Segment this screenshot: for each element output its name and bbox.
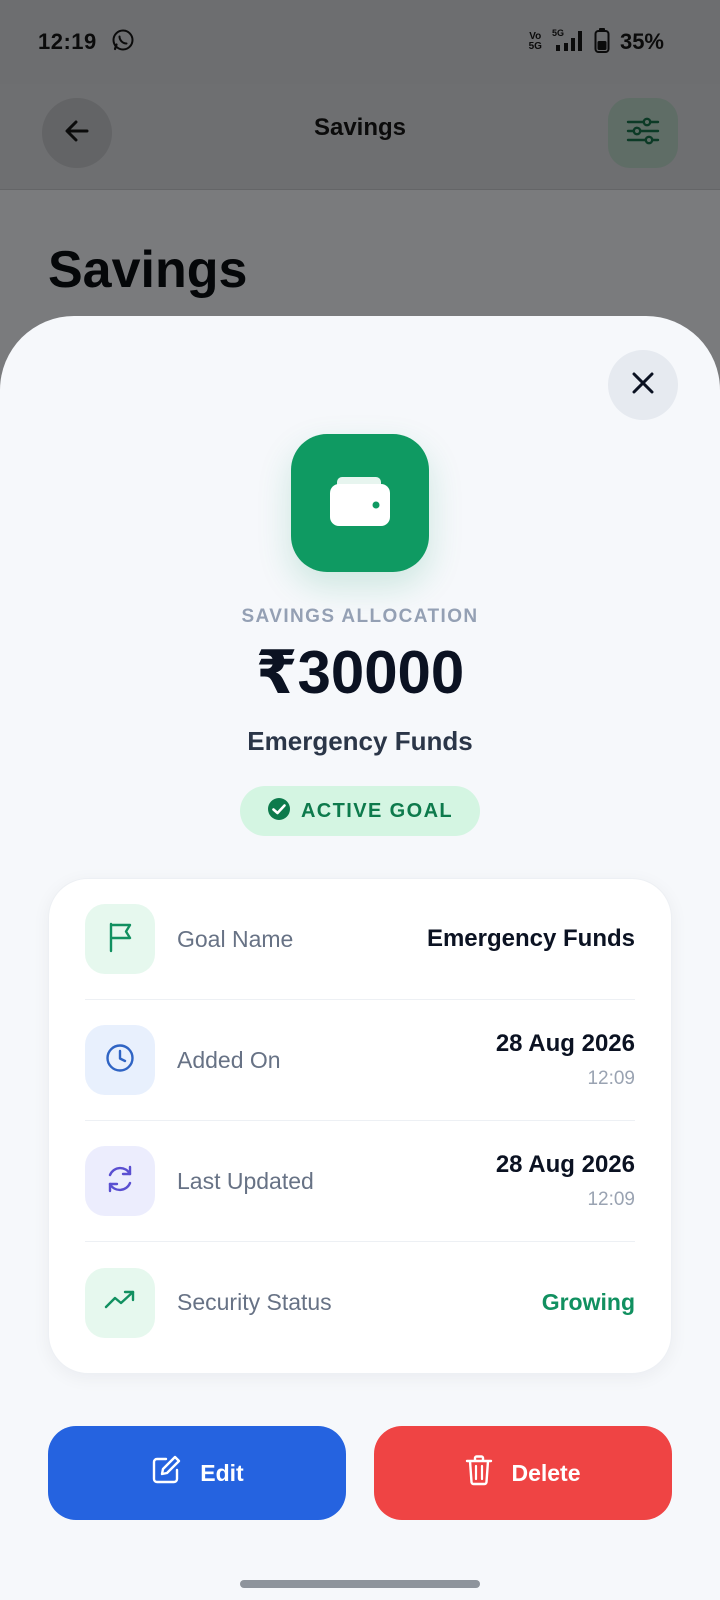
battery-percent: 35% <box>619 29 664 54</box>
last-updated-value: 28 Aug 2026 12:09 <box>496 1151 635 1211</box>
refresh-icon <box>103 1162 137 1201</box>
wallet-icon <box>327 471 393 536</box>
last-updated-time: 12:09 <box>587 1189 635 1210</box>
edit-icon <box>150 1454 182 1492</box>
goal-name-label: Goal Name <box>177 925 294 952</box>
security-status-value: Growing <box>541 1289 635 1315</box>
clock-icon-badge <box>85 1025 155 1095</box>
status-badge-label: ACTIVE GOAL <box>300 799 454 822</box>
detail-row-security-status: Security Status Growing <box>85 1242 635 1363</box>
signal-label: 5G <box>552 28 564 38</box>
status-left: 12:19 <box>38 28 135 57</box>
status-badge: ACTIVE GOAL <box>240 786 480 836</box>
trash-icon <box>465 1454 493 1492</box>
goal-title: Emergency Funds <box>247 726 473 756</box>
security-status-value-wrap: Growing <box>542 1289 635 1316</box>
sliders-icon <box>625 115 661 152</box>
close-button[interactable] <box>608 350 678 420</box>
security-status-label: Security Status <box>177 1289 332 1315</box>
close-icon <box>630 370 656 401</box>
detail-row-goal-name: Goal Name Emergency Funds <box>85 879 635 1000</box>
volte-indicator: Vo 5G <box>528 31 542 52</box>
refresh-icon-badge <box>85 1146 155 1216</box>
clock-icon <box>104 1042 136 1079</box>
filter-button[interactable] <box>608 98 678 168</box>
allocation-amount: ₹30000 <box>255 639 465 706</box>
last-updated-date: 28 Aug 2026 <box>495 1151 635 1178</box>
trending-up-icon <box>103 1288 137 1317</box>
signal-icon: 5G <box>548 27 588 58</box>
savings-detail-sheet: SAVINGS ALLOCATION ₹30000 Emergency Fund… <box>0 316 720 1600</box>
app-header: Savings <box>0 84 720 190</box>
trend-icon-badge <box>85 1267 155 1338</box>
flag-icon-badge <box>85 904 155 974</box>
status-bar: 12:19 Vo 5G 5G 35% <box>0 0 720 84</box>
added-on-date: 28 Aug 2026 <box>495 1030 635 1057</box>
delete-button-label: Delete <box>511 1459 581 1486</box>
whatsapp-icon <box>111 28 135 57</box>
goal-name-value-wrap: Emergency Funds <box>427 925 635 953</box>
page-title: Savings <box>48 241 248 299</box>
last-updated-label: Last Updated <box>177 1167 314 1194</box>
delete-button[interactable]: Delete <box>374 1426 672 1520</box>
detail-row-last-updated: Last Updated 28 Aug 2026 12:09 <box>85 1121 635 1242</box>
battery-icon <box>594 27 610 58</box>
wallet-badge <box>291 434 429 572</box>
status-right: Vo 5G 5G 35% <box>529 27 664 58</box>
goal-name-value: Emergency Funds <box>426 925 635 952</box>
flag-icon <box>105 921 135 958</box>
added-on-time: 12:09 <box>587 1068 635 1089</box>
home-indicator[interactable] <box>240 1580 480 1588</box>
detail-row-added-on: Added On 28 Aug 2026 12:09 <box>85 1000 635 1121</box>
details-card: Goal Name Emergency Funds Added On 28 Au… <box>48 878 672 1374</box>
clock: 12:19 <box>38 29 97 54</box>
added-on-label: Added On <box>177 1046 281 1073</box>
edit-button-label: Edit <box>200 1459 244 1486</box>
edit-button[interactable]: Edit <box>48 1426 346 1520</box>
allocation-label: SAVINGS ALLOCATION <box>241 606 479 627</box>
added-on-value: 28 Aug 2026 12:09 <box>496 1030 635 1090</box>
check-circle-icon <box>267 797 291 826</box>
